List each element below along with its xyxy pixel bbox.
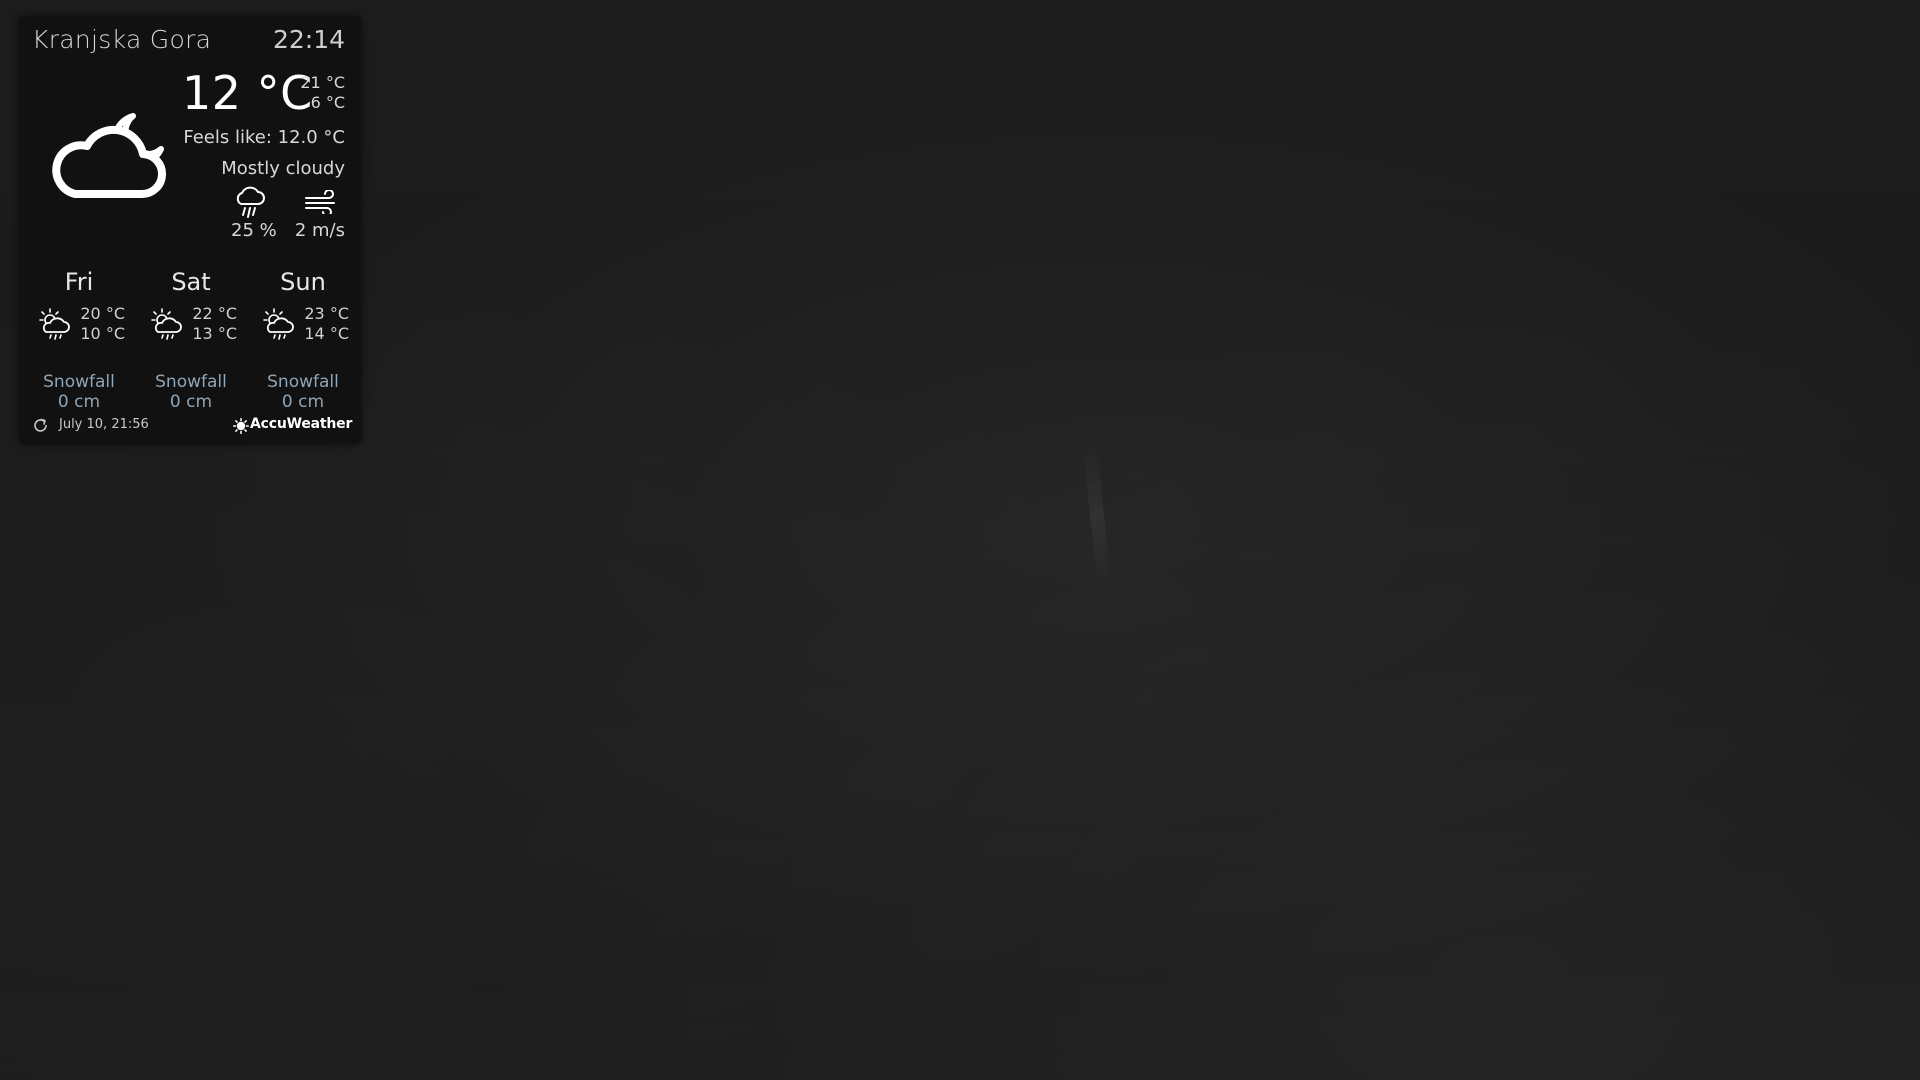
refresh-icon[interactable] — [32, 417, 49, 434]
precipitation-probability: 25 % — [231, 220, 277, 241]
forecast-day-name: Sun — [280, 268, 326, 296]
location-name: Kranjska Gora — [32, 25, 212, 54]
forecast-day: Sun 23 °C 14 °C Snowfall 0 cm — [247, 268, 359, 418]
forecast-high: 20 °C — [80, 304, 125, 323]
rain-cloud-icon — [236, 186, 265, 218]
current-temperature: 12 °C — [182, 66, 313, 120]
forecast-day-name: Sat — [171, 268, 211, 296]
snowfall-label: Snowfall — [267, 372, 339, 392]
forecast-temperatures: 23 °C 14 °C — [304, 304, 349, 344]
snowfall-value: 0 cm — [169, 392, 213, 412]
snowfall-value: 0 cm — [57, 392, 101, 412]
forecast-day-name: Fri — [64, 268, 94, 296]
forecast-day: Sat 22 °C 13 °C Snowfall 0 cm — [135, 268, 247, 418]
accuweather-logo: AccuWeather — [233, 415, 352, 437]
temperature-low: 6 °C — [310, 93, 345, 112]
forecast-day: Fri 20 °C 10 °C Snowfall 0 cm — [23, 268, 135, 418]
temperature-range: 21 °C 6 °C — [300, 73, 345, 113]
current-time: 22:14 — [272, 25, 345, 54]
sun-cloud-rain-icon — [39, 308, 70, 340]
forecast-low: 14 °C — [304, 324, 349, 343]
forecast-temperatures: 22 °C 13 °C — [192, 304, 237, 344]
snowfall-label: Snowfall — [155, 372, 227, 392]
last-updated: July 10, 21:56 — [59, 417, 149, 432]
forecast-low: 10 °C — [80, 324, 125, 343]
forecast-high: 22 °C — [192, 304, 237, 323]
cloud-moon-icon — [52, 113, 167, 198]
forecast-high: 23 °C — [304, 304, 349, 323]
provider-name: AccuWeather — [250, 416, 353, 432]
snowfall-value: 0 cm — [281, 392, 325, 412]
sun-cloud-rain-icon — [263, 308, 294, 340]
forecast-low: 13 °C — [192, 324, 237, 343]
wind-icon — [305, 190, 335, 214]
temperature-high: 21 °C — [300, 73, 345, 92]
sun-logo-icon — [233, 418, 249, 434]
widget-footer: July 10, 21:56 AccuWeather — [19, 414, 361, 440]
sun-cloud-rain-icon — [151, 308, 182, 340]
wind-speed: 2 m/s — [294, 220, 345, 241]
feels-like: Feels like: 12.0 °C — [183, 127, 345, 148]
forecast-temperatures: 20 °C 10 °C — [80, 304, 125, 344]
condition-text: Mostly cloudy — [221, 158, 345, 179]
weather-widget: Kranjska Gora 22:14 12 °C 21 °C 6 °C Fee… — [19, 16, 361, 444]
snowfall-label: Snowfall — [43, 372, 115, 392]
forecast: Fri 20 °C 10 °C Snowfall 0 cm Sat 22 °C … — [19, 268, 361, 418]
